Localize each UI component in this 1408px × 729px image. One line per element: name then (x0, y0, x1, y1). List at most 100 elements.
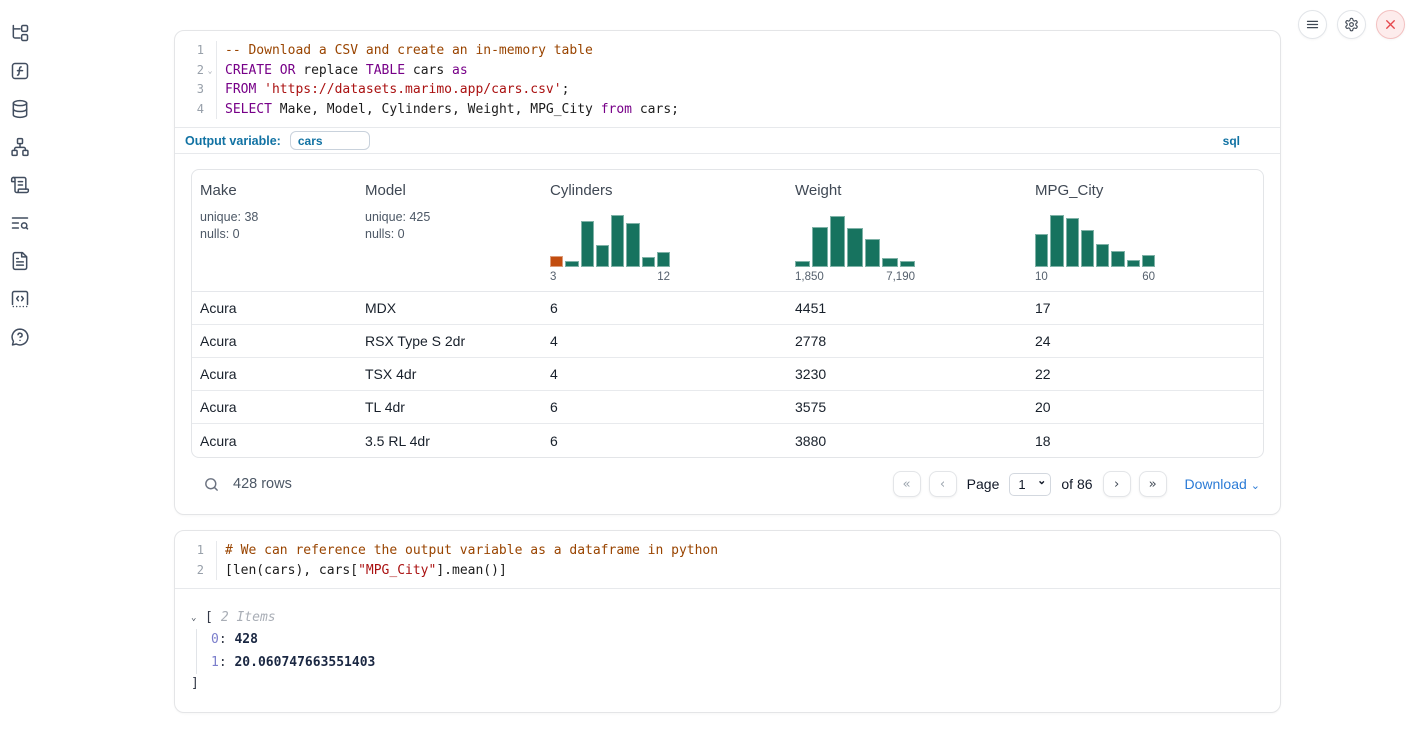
tree-open-bracket: [ (205, 607, 213, 629)
sql-cell: 1-- Download a CSV and create an in-memo… (174, 30, 1281, 515)
histogram-bar (1111, 251, 1124, 267)
histogram-bar (882, 258, 897, 267)
last-page-button[interactable]: » (1139, 471, 1167, 497)
histogram-bar (1127, 260, 1140, 267)
line-number-gutter: 1 (175, 541, 217, 561)
table-row: AcuraTSX 4dr4323022 (192, 358, 1263, 391)
page-label: Page (967, 476, 1000, 492)
page-select[interactable]: 1 (1009, 473, 1051, 496)
datasources-database-icon[interactable] (10, 98, 32, 120)
line-number-gutter: 3 (175, 80, 217, 100)
table-row: AcuraMDX6445117 (192, 292, 1263, 325)
variables-function-icon[interactable] (10, 60, 32, 82)
tree-entry-key: 1 (211, 655, 219, 670)
column-header-cylinders[interactable]: Cylinders312 (542, 170, 787, 291)
page-total-label: of 86 (1061, 476, 1092, 492)
column-title: Cylinders (550, 182, 779, 199)
table-cell: 18 (1027, 433, 1263, 449)
sql-code-editor[interactable]: 1-- Download a CSV and create an in-memo… (175, 31, 1280, 127)
language-badge: sql (1223, 134, 1270, 148)
next-page-button[interactable]: › (1103, 471, 1131, 497)
gear-icon (1344, 17, 1359, 32)
histogram-bar (1142, 255, 1155, 267)
table-row: Acura3.5 RL 4dr6388018 (192, 424, 1263, 457)
histogram-bar (1066, 218, 1079, 267)
column-title: Model (365, 182, 534, 199)
histogram-bar (847, 228, 862, 267)
code-line: 2⌄CREATE OR replace TABLE cars as (175, 61, 1280, 81)
code-line: 1-- Download a CSV and create an in-memo… (175, 41, 1280, 61)
table-cell: 4 (542, 333, 787, 349)
menu-button[interactable] (1298, 10, 1327, 39)
prev-page-button[interactable]: ‹ (929, 471, 957, 497)
help-chat-icon[interactable] (10, 326, 32, 348)
table-row: AcuraRSX Type S 2dr4277824 (192, 325, 1263, 358)
code-text: # We can reference the output variable a… (217, 541, 718, 561)
table-cell: 20 (1027, 399, 1263, 415)
column-histogram[interactable] (795, 213, 915, 267)
logs-search-icon[interactable] (10, 212, 32, 234)
table-cell: 3.5 RL 4dr (357, 433, 542, 449)
table-cell: 6 (542, 433, 787, 449)
shutdown-button[interactable] (1376, 10, 1405, 39)
settings-button[interactable] (1337, 10, 1366, 39)
documentation-file-icon[interactable] (10, 250, 32, 272)
histogram-bar (642, 257, 655, 267)
line-number-gutter: 1 (175, 41, 217, 61)
file-tree-icon[interactable] (10, 22, 32, 44)
column-header-mpg_city[interactable]: MPG_City 1060 (1027, 170, 1263, 291)
snippets-code-icon[interactable] (10, 288, 32, 310)
table-cell: 4451 (787, 300, 1027, 316)
fold-chevron-icon[interactable]: ⌄ (204, 61, 216, 81)
table-cell: TSX 4dr (357, 366, 542, 382)
column-header-model[interactable]: Modelunique: 425nulls: 0 (357, 170, 542, 291)
python-code-editor[interactable]: 1# We can reference the output variable … (175, 531, 1280, 588)
histogram-bar (1050, 215, 1063, 267)
tree-entries: 0: 4281: 20.060747663551403 (196, 629, 1264, 674)
column-histogram[interactable] (550, 213, 670, 267)
column-header-make[interactable]: Makeunique: 38nulls: 0 (192, 170, 357, 291)
table-cell: Acura (192, 333, 357, 349)
histogram-bar (830, 216, 845, 267)
output-variable-label: Output variable: (185, 134, 281, 148)
tree-entry: 1: 20.060747663551403 (211, 652, 1264, 675)
histogram-bar (1096, 244, 1109, 267)
table-cell: 22 (1027, 366, 1263, 382)
histogram-bar (865, 239, 880, 267)
column-stats: unique: 38nulls: 0 (200, 209, 349, 242)
histogram-axis: 1060 (1035, 271, 1155, 283)
first-page-button[interactable]: « (893, 471, 921, 497)
table-cell: 17 (1027, 300, 1263, 316)
row-count: 428 rows (233, 476, 292, 492)
table-cell: RSX Type S 2dr (357, 333, 542, 349)
histogram-bar (611, 215, 624, 267)
tree-entry: 0: 428 (211, 629, 1264, 652)
download-button[interactable]: Download ⌄ (1185, 476, 1260, 492)
table-cell: Acura (192, 399, 357, 415)
histogram-bar (1035, 234, 1048, 267)
histogram-bar (900, 261, 915, 267)
column-histogram[interactable] (1035, 213, 1155, 267)
helper-sidebar (10, 22, 32, 348)
table-cell: 6 (542, 300, 787, 316)
histogram-axis: 1,8507,190 (795, 271, 915, 283)
dependency-graph-icon[interactable] (10, 136, 32, 158)
histogram-bar (565, 261, 578, 267)
column-title: MPG_City (1035, 182, 1255, 199)
output-variable-input[interactable] (290, 131, 370, 150)
tree-collapse-icon[interactable]: ⌄ (191, 607, 203, 629)
column-header-weight[interactable]: Weight1,8507,190 (787, 170, 1027, 291)
table-header-row: Makeunique: 38nulls: 0Modelunique: 425nu… (192, 170, 1263, 292)
sql-cell-output: Makeunique: 38nulls: 0Modelunique: 425nu… (175, 154, 1280, 497)
scratchpad-scroll-icon[interactable] (10, 174, 32, 196)
code-text: [len(cars), cars["MPG_City"].mean()] (217, 561, 507, 581)
menu-icon (1305, 17, 1320, 32)
tree-entry-value: 20.060747663551403 (234, 655, 375, 670)
code-line: 1# We can reference the output variable … (175, 541, 1280, 561)
search-icon[interactable] (203, 476, 220, 493)
python-cell: 1# We can reference the output variable … (174, 530, 1281, 713)
line-number-gutter: 4 (175, 100, 217, 120)
table-cell: 3880 (787, 433, 1027, 449)
table-cell: 3575 (787, 399, 1027, 415)
histogram-bar (596, 245, 609, 267)
